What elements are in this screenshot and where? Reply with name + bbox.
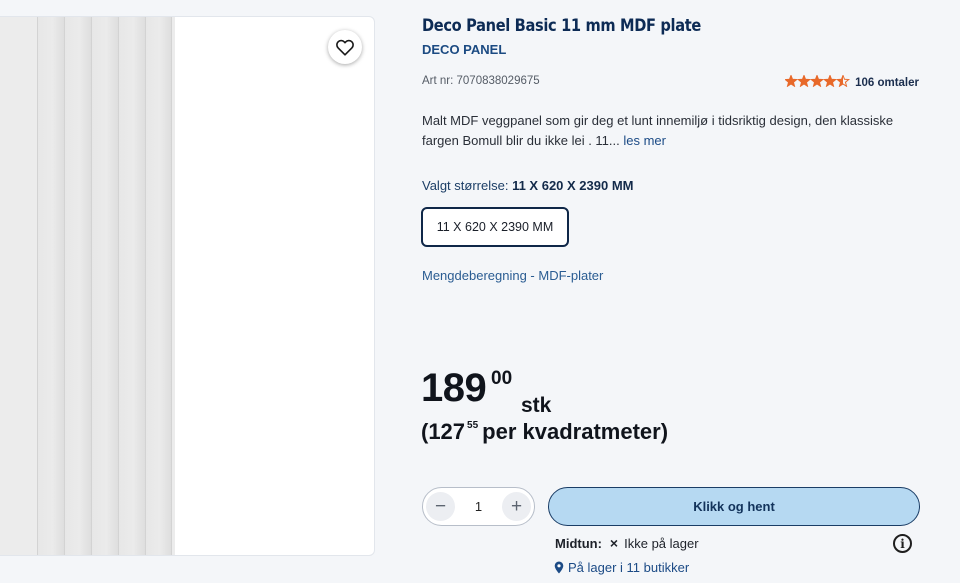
reviews-count: 106 omtaler xyxy=(855,76,919,89)
price-sqm-decimals: 55 xyxy=(467,420,479,431)
price-sqm-integer: (127 xyxy=(421,419,466,444)
map-pin-icon xyxy=(554,561,564,574)
product-image[interactable] xyxy=(0,17,175,555)
heart-outline-icon xyxy=(336,39,354,56)
info-circle-icon[interactable]: i xyxy=(893,534,912,553)
increase-quantity-button[interactable]: + xyxy=(502,492,531,521)
brand-name[interactable]: DECO PANEL xyxy=(422,42,506,57)
star-fill xyxy=(811,75,823,87)
star-fill xyxy=(798,75,810,87)
stock-status-text: Ikke på lager xyxy=(624,535,699,551)
price-decimals: 00 xyxy=(491,368,513,389)
favorite-button[interactable] xyxy=(328,30,362,64)
product-title: Deco Panel Basic 11 mm MDF plate xyxy=(422,16,701,36)
star-fill xyxy=(785,75,797,87)
selected-size-value: 11 X 620 X 2390 MM xyxy=(512,178,634,193)
size-option-button[interactable]: 11 X 620 X 2390 MM xyxy=(421,207,569,247)
size-label-text: Valgt størrelse: xyxy=(422,178,509,193)
product-description: Malt MDF veggpanel som gir deg et lunt i… xyxy=(422,111,927,151)
click-and-collect-button[interactable]: Klikk og hent xyxy=(548,487,920,526)
out-of-stock-icon: × xyxy=(609,535,619,551)
store-availability-link[interactable]: På lager i 11 butikker xyxy=(554,560,689,575)
availability-text: På lager i 11 butikker xyxy=(568,560,690,575)
price-unit: stk xyxy=(521,394,552,417)
price-sqm-text: per kvadratmeter) xyxy=(482,419,669,444)
selected-size-label: Valgt størrelse: 11 X 620 X 2390 MM xyxy=(422,178,634,193)
price-integer: 189 xyxy=(421,366,487,410)
quantity-stepper: − + xyxy=(422,487,535,526)
store-stock-status: Midtun: × Ikke på lager xyxy=(555,535,699,551)
article-number: Art nr: 7070838029675 xyxy=(422,75,540,87)
store-name: Midtun: xyxy=(555,535,602,551)
product-image-card xyxy=(0,16,375,556)
read-more-link[interactable]: les mer xyxy=(623,133,666,148)
star-fill xyxy=(824,75,836,87)
star-rating-icons xyxy=(784,74,851,90)
price-per-sqm: (127 55 per kvadratmeter) xyxy=(421,419,668,445)
decrease-quantity-button[interactable]: − xyxy=(426,492,455,521)
quantity-calculator-link[interactable]: Mengdeberegning - MDF-plater xyxy=(422,268,603,283)
quantity-input[interactable] xyxy=(463,499,494,514)
rating-summary[interactable]: 106 omtaler xyxy=(784,74,919,90)
